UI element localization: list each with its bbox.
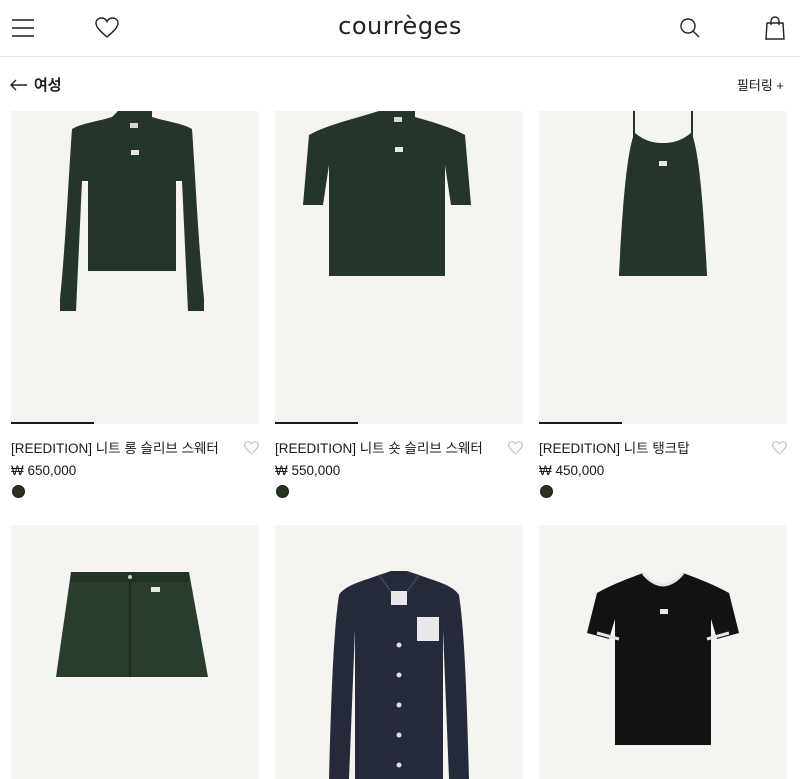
long-sleeve-sweater-illustration (60, 111, 204, 311)
heart-icon[interactable] (772, 441, 787, 455)
product-price: ₩ 650,000 (11, 463, 77, 478)
product-name[interactable]: [REEDITION] 니트 숏 슬리브 스웨터 (275, 437, 483, 457)
product-image[interactable] (275, 525, 523, 779)
product-card: [REEDITION] 니트 탱크탑 ₩ 450,000 (539, 111, 787, 511)
top-header: courrèges (0, 0, 800, 57)
product-image[interactable] (11, 111, 259, 424)
image-carousel-progress (11, 422, 259, 424)
heart-icon[interactable] (508, 441, 523, 455)
t-shirt-illustration (587, 572, 739, 745)
product-price: ₩ 450,000 (539, 463, 605, 478)
product-image[interactable] (539, 525, 787, 779)
mini-skirt-illustration (56, 572, 208, 677)
search-icon (680, 18, 700, 38)
bag-button[interactable] (760, 13, 790, 43)
filter-button[interactable]: 필터링 + (737, 75, 784, 94)
bag-icon (765, 16, 785, 40)
product-image[interactable] (11, 525, 259, 779)
color-swatch[interactable] (12, 485, 25, 498)
product-image[interactable] (539, 111, 787, 424)
search-button[interactable] (675, 13, 705, 43)
short-sleeve-sweater-illustration (303, 111, 471, 276)
tank-top-illustration (619, 111, 707, 276)
product-card: [REEDITION] 니트 숏 슬리브 스웨터 ₩ 550,000 (275, 111, 523, 511)
product-card (275, 525, 523, 779)
image-carousel-progress (275, 422, 523, 424)
color-swatch[interactable] (276, 485, 289, 498)
heart-icon[interactable] (244, 441, 259, 455)
back-link[interactable]: 여성 (10, 74, 62, 95)
product-card (539, 525, 787, 779)
category-bar: 여성 필터링 + (0, 57, 800, 111)
category-title: 여성 (34, 77, 62, 94)
arrow-left-icon (10, 79, 27, 90)
product-card: [REEDITION] 니트 롱 슬리브 스웨터 ₩ 650,000 (11, 111, 259, 511)
vinyl-jacket-illustration (329, 571, 469, 779)
image-carousel-progress (539, 422, 787, 424)
product-card (11, 525, 259, 779)
product-name[interactable]: [REEDITION] 니트 탱크탑 (539, 437, 690, 457)
product-name[interactable]: [REEDITION] 니트 롱 슬리브 스웨터 (11, 437, 219, 457)
color-swatch[interactable] (540, 485, 553, 498)
product-price: ₩ 550,000 (275, 463, 341, 478)
product-image[interactable] (275, 111, 523, 424)
